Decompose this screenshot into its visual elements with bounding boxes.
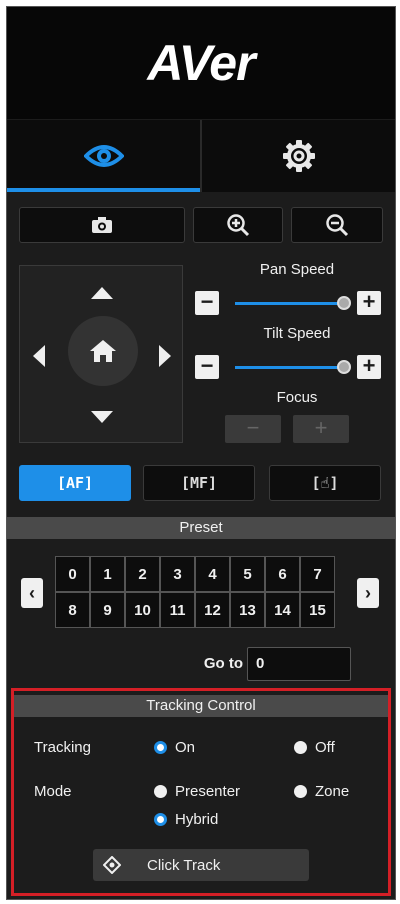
focus-minus-button[interactable]: − <box>225 415 281 443</box>
tilt-speed-slider-handle[interactable] <box>337 360 351 374</box>
mode-zone-label: Zone <box>315 783 350 800</box>
preset-button-15[interactable]: 15 <box>301 593 334 627</box>
preset-grid: 0 1 2 3 4 5 6 7 8 9 10 11 12 13 14 15 <box>55 556 335 628</box>
left-arrow-icon[interactable] <box>32 344 46 368</box>
preset-button-3[interactable]: 3 <box>161 557 194 591</box>
preset-button-13[interactable]: 13 <box>231 593 264 627</box>
mode-hybrid-radio[interactable]: Hybrid <box>154 811 218 828</box>
radio-unselected-icon <box>154 785 167 798</box>
pan-speed-slider[interactable] <box>235 302 345 305</box>
zoom-out-icon <box>326 214 349 237</box>
preset-button-10[interactable]: 10 <box>126 593 159 627</box>
manual-focus-button[interactable]: [MF] <box>143 465 255 501</box>
tab-settings[interactable] <box>200 120 395 192</box>
preset-prev-button[interactable]: ‹ <box>21 578 43 608</box>
preset-button-8[interactable]: 8 <box>56 593 89 627</box>
pan-speed-plus-button[interactable]: + <box>357 291 381 315</box>
tab-live-view[interactable] <box>7 120 200 192</box>
click-track-label: Click Track <box>147 856 221 874</box>
tracking-off-radio[interactable]: Off <box>294 739 335 756</box>
preset-button-0[interactable]: 0 <box>56 557 89 591</box>
pan-speed-minus-button[interactable]: − <box>195 291 219 315</box>
tracking-label: Tracking <box>34 739 91 756</box>
mode-hybrid-label: Hybrid <box>175 811 219 828</box>
tracking-control-title: Tracking Control <box>14 695 388 717</box>
preset-next-button[interactable]: › <box>357 578 379 608</box>
preset-button-5[interactable]: 5 <box>231 557 264 591</box>
zoom-in-icon <box>227 214 250 237</box>
down-arrow-icon[interactable] <box>90 410 114 424</box>
tilt-speed-slider[interactable] <box>235 366 345 369</box>
preset-button-1[interactable]: 1 <box>91 557 124 591</box>
preset-button-2[interactable]: 2 <box>126 557 159 591</box>
goto-label: Go to <box>203 655 243 672</box>
tilt-speed-label: Tilt Speed <box>263 325 331 342</box>
aver-logo: AVer <box>147 35 255 91</box>
zoom-in-button[interactable] <box>193 207 283 243</box>
focus-plus-button[interactable]: + <box>293 415 349 443</box>
radio-unselected-icon <box>294 741 307 754</box>
preset-button-6[interactable]: 6 <box>266 557 299 591</box>
preset-button-4[interactable]: 4 <box>196 557 229 591</box>
home-icon <box>90 340 116 362</box>
home-button[interactable] <box>68 316 138 386</box>
snapshot-button[interactable] <box>19 207 185 243</box>
preset-button-11[interactable]: 11 <box>161 593 194 627</box>
tracking-on-radio[interactable]: On <box>154 739 195 756</box>
tilt-speed-minus-button[interactable]: − <box>195 355 219 379</box>
focus-label: Focus <box>276 389 318 406</box>
zoom-out-button[interactable] <box>291 207 383 243</box>
radio-unselected-icon <box>294 785 307 798</box>
gear-icon <box>282 140 315 172</box>
radio-selected-icon <box>154 741 167 754</box>
preset-button-14[interactable]: 14 <box>266 593 299 627</box>
brand-header: AVer <box>7 7 395 119</box>
tilt-speed-plus-button[interactable]: + <box>357 355 381 379</box>
tab-bar <box>7 120 395 192</box>
mode-label: Mode <box>34 783 72 800</box>
camera-control-panel: AVer Pan Speed − + Tilt Speed − + Focus … <box>6 6 396 900</box>
auto-focus-button[interactable]: [AF] <box>19 465 131 501</box>
preset-button-9[interactable]: 9 <box>91 593 124 627</box>
radio-selected-icon <box>154 813 167 826</box>
mode-presenter-label: Presenter <box>175 783 241 800</box>
camera-icon <box>92 217 112 233</box>
pan-speed-label: Pan Speed <box>259 261 335 278</box>
tracking-on-label: On <box>175 739 196 756</box>
preset-button-12[interactable]: 12 <box>196 593 229 627</box>
preset-title: Preset <box>7 517 395 539</box>
touch-focus-button[interactable]: [☝] <box>269 465 381 501</box>
click-track-icon <box>103 856 121 874</box>
tracking-off-label: Off <box>315 739 335 756</box>
pan-speed-slider-handle[interactable] <box>337 296 351 310</box>
click-track-button[interactable]: Click Track <box>93 849 309 881</box>
mode-zone-radio[interactable]: Zone <box>294 783 349 800</box>
direction-pad <box>19 265 183 443</box>
up-arrow-icon[interactable] <box>90 286 114 300</box>
right-arrow-icon[interactable] <box>158 344 172 368</box>
goto-preset-input[interactable]: 0 <box>247 647 351 681</box>
eye-icon <box>83 145 124 167</box>
preset-button-7[interactable]: 7 <box>301 557 334 591</box>
mode-presenter-radio[interactable]: Presenter <box>154 783 240 800</box>
